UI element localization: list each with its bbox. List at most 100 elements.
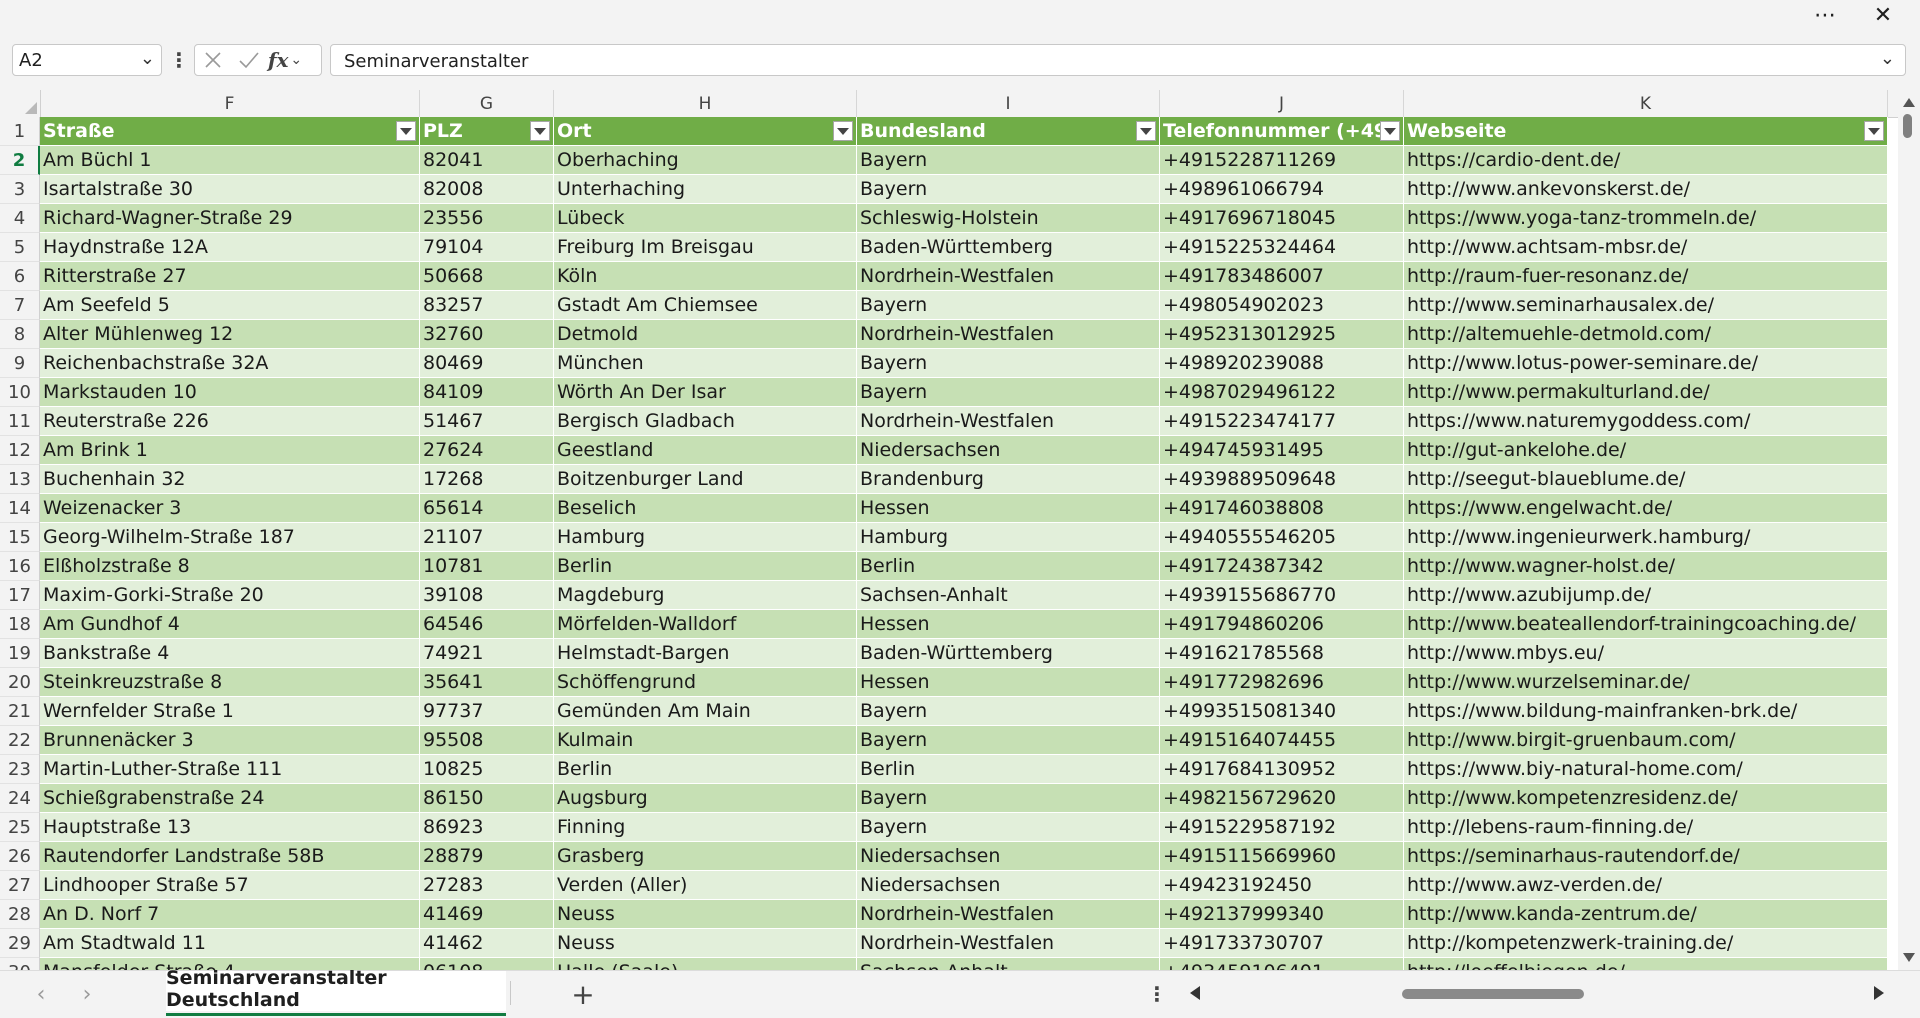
scroll-right-icon[interactable] xyxy=(1874,986,1884,1000)
table-cell[interactable]: Mörfelden-Walldorf xyxy=(554,610,857,639)
row-number[interactable]: 10 xyxy=(0,378,40,407)
table-cell[interactable]: Nordrhein-Westfalen xyxy=(857,320,1160,349)
table-cell[interactable]: http://lebens-raum-finning.de/ xyxy=(1404,813,1888,842)
table-cell[interactable]: 41462 xyxy=(420,929,554,958)
table-cell[interactable]: 21107 xyxy=(420,523,554,552)
table-header-cell[interactable]: PLZ xyxy=(420,117,554,146)
row-number[interactable]: 5 xyxy=(0,233,40,262)
table-cell[interactable]: Bayern xyxy=(857,726,1160,755)
table-cell[interactable]: +491783486007 xyxy=(1160,262,1404,291)
table-cell[interactable]: 10825 xyxy=(420,755,554,784)
table-cell[interactable]: +491621785568 xyxy=(1160,639,1404,668)
row-number[interactable]: 23 xyxy=(0,755,40,784)
close-icon[interactable]: ✕ xyxy=(1860,0,1906,30)
horizontal-scroll-thumb[interactable] xyxy=(1402,989,1584,999)
table-cell[interactable]: An D. Norf 7 xyxy=(40,900,420,929)
ellipsis-icon[interactable]: ⋯ xyxy=(1802,0,1848,30)
table-cell[interactable]: http://www.wurzelseminar.de/ xyxy=(1404,668,1888,697)
table-cell[interactable]: Baden-Württemberg xyxy=(857,233,1160,262)
chevron-down-icon[interactable]: ⌄ xyxy=(140,48,155,69)
table-cell[interactable]: Lübeck xyxy=(554,204,857,233)
table-cell[interactable]: Bayern xyxy=(857,175,1160,204)
table-cell[interactable]: Haydnstraße 12A xyxy=(40,233,420,262)
row-number[interactable]: 4 xyxy=(0,204,40,233)
table-cell[interactable]: Buchenhain 32 xyxy=(40,465,420,494)
table-cell[interactable]: +491724387342 xyxy=(1160,552,1404,581)
table-cell[interactable]: Bayern xyxy=(857,349,1160,378)
table-cell[interactable]: 64546 xyxy=(420,610,554,639)
table-cell[interactable]: +4917684130952 xyxy=(1160,755,1404,784)
table-cell[interactable]: Wernfelder Straße 1 xyxy=(40,697,420,726)
vertical-scroll-thumb[interactable] xyxy=(1903,114,1912,138)
table-cell[interactable]: Magdeburg xyxy=(554,581,857,610)
table-cell[interactable]: https://www.bildung-mainfranken-brk.de/ xyxy=(1404,697,1888,726)
table-cell[interactable]: 82008 xyxy=(420,175,554,204)
table-cell[interactable]: +4915164074455 xyxy=(1160,726,1404,755)
table-cell[interactable]: 97737 xyxy=(420,697,554,726)
table-cell[interactable]: Sachsen-Anhalt xyxy=(857,581,1160,610)
worksheet-grid[interactable]: FGHIJK 1 Straße PLZ Ort Bundesland Telefonnum… xyxy=(0,90,1920,970)
table-cell[interactable]: Niedersachsen xyxy=(857,842,1160,871)
table-cell[interactable]: 27283 xyxy=(420,871,554,900)
filter-dropdown-icon[interactable] xyxy=(1864,121,1884,141)
table-cell[interactable]: Schießgrabenstraße 24 xyxy=(40,784,420,813)
table-cell[interactable]: Reichenbachstraße 32A xyxy=(40,349,420,378)
row-number[interactable]: 6 xyxy=(0,262,40,291)
row-number[interactable]: 7 xyxy=(0,291,40,320)
row-number[interactable]: 14 xyxy=(0,494,40,523)
add-sheet-button[interactable]: + xyxy=(566,977,600,1011)
insert-function-icon[interactable]: fx ⌄ xyxy=(267,45,303,75)
table-cell[interactable]: +4993515081340 xyxy=(1160,697,1404,726)
table-cell[interactable]: Bankstraße 4 xyxy=(40,639,420,668)
table-cell[interactable]: https://www.biy-natural-home.com/ xyxy=(1404,755,1888,784)
table-cell[interactable]: http://kompetenzwerk-training.de/ xyxy=(1404,929,1888,958)
row-number[interactable]: 15 xyxy=(0,523,40,552)
table-cell[interactable]: Gemünden Am Main xyxy=(554,697,857,726)
row-number[interactable]: 9 xyxy=(0,349,40,378)
table-cell[interactable]: 65614 xyxy=(420,494,554,523)
table-cell[interactable]: Hessen xyxy=(857,494,1160,523)
table-cell[interactable]: 86150 xyxy=(420,784,554,813)
table-cell[interactable]: Kulmain xyxy=(554,726,857,755)
table-cell[interactable]: Beselich xyxy=(554,494,857,523)
table-cell[interactable]: 82041 xyxy=(420,146,554,175)
table-cell[interactable]: Niedersachsen xyxy=(857,436,1160,465)
vertical-scrollbar[interactable] xyxy=(1898,90,1920,970)
table-cell[interactable]: Alter Mühlenweg 12 xyxy=(40,320,420,349)
table-cell[interactable]: 86923 xyxy=(420,813,554,842)
table-cell[interactable]: Neuss xyxy=(554,929,857,958)
table-cell[interactable]: Weizenacker 3 xyxy=(40,494,420,523)
table-cell[interactable]: 23556 xyxy=(420,204,554,233)
table-cell[interactable]: Detmold xyxy=(554,320,857,349)
table-cell[interactable]: Bayern xyxy=(857,697,1160,726)
table-cell[interactable]: +493459106401 xyxy=(1160,958,1404,970)
table-cell[interactable]: +4939155686770 xyxy=(1160,581,1404,610)
table-cell[interactable]: http://www.ankevonskerst.de/ xyxy=(1404,175,1888,204)
table-cell[interactable]: Bayern xyxy=(857,378,1160,407)
table-cell[interactable]: Georg-Wilhelm-Straße 187 xyxy=(40,523,420,552)
table-cell[interactable]: Rautendorfer Landstraße 58B xyxy=(40,842,420,871)
column-header-h[interactable]: H xyxy=(554,90,857,117)
table-cell[interactable]: Nordrhein-Westfalen xyxy=(857,262,1160,291)
table-cell[interactable]: Halle (Saale) xyxy=(554,958,857,970)
row-number[interactable]: 20 xyxy=(0,668,40,697)
table-cell[interactable]: Brandenburg xyxy=(857,465,1160,494)
table-cell[interactable]: 27624 xyxy=(420,436,554,465)
table-cell[interactable]: http://www.ingenieurwerk.hamburg/ xyxy=(1404,523,1888,552)
row-number[interactable]: 29 xyxy=(0,929,40,958)
table-cell[interactable]: https://www.engelwacht.de/ xyxy=(1404,494,1888,523)
table-cell[interactable]: +4915228711269 xyxy=(1160,146,1404,175)
table-cell[interactable]: http://raum-fuer-resonanz.de/ xyxy=(1404,262,1888,291)
row-number[interactable]: 2 xyxy=(0,146,40,175)
table-cell[interactable]: https://cardio-dent.de/ xyxy=(1404,146,1888,175)
table-cell[interactable]: 50668 xyxy=(420,262,554,291)
horizontal-scrollbar[interactable] xyxy=(1180,979,1890,1009)
table-cell[interactable]: Bergisch Gladbach xyxy=(554,407,857,436)
table-cell[interactable]: Wörth An Der Isar xyxy=(554,378,857,407)
row-number[interactable]: 24 xyxy=(0,784,40,813)
table-cell[interactable]: 51467 xyxy=(420,407,554,436)
row-number[interactable]: 25 xyxy=(0,813,40,842)
table-cell[interactable]: https://seminarhaus-rautendorf.de/ xyxy=(1404,842,1888,871)
table-cell[interactable]: Köln xyxy=(554,262,857,291)
table-cell[interactable]: München xyxy=(554,349,857,378)
